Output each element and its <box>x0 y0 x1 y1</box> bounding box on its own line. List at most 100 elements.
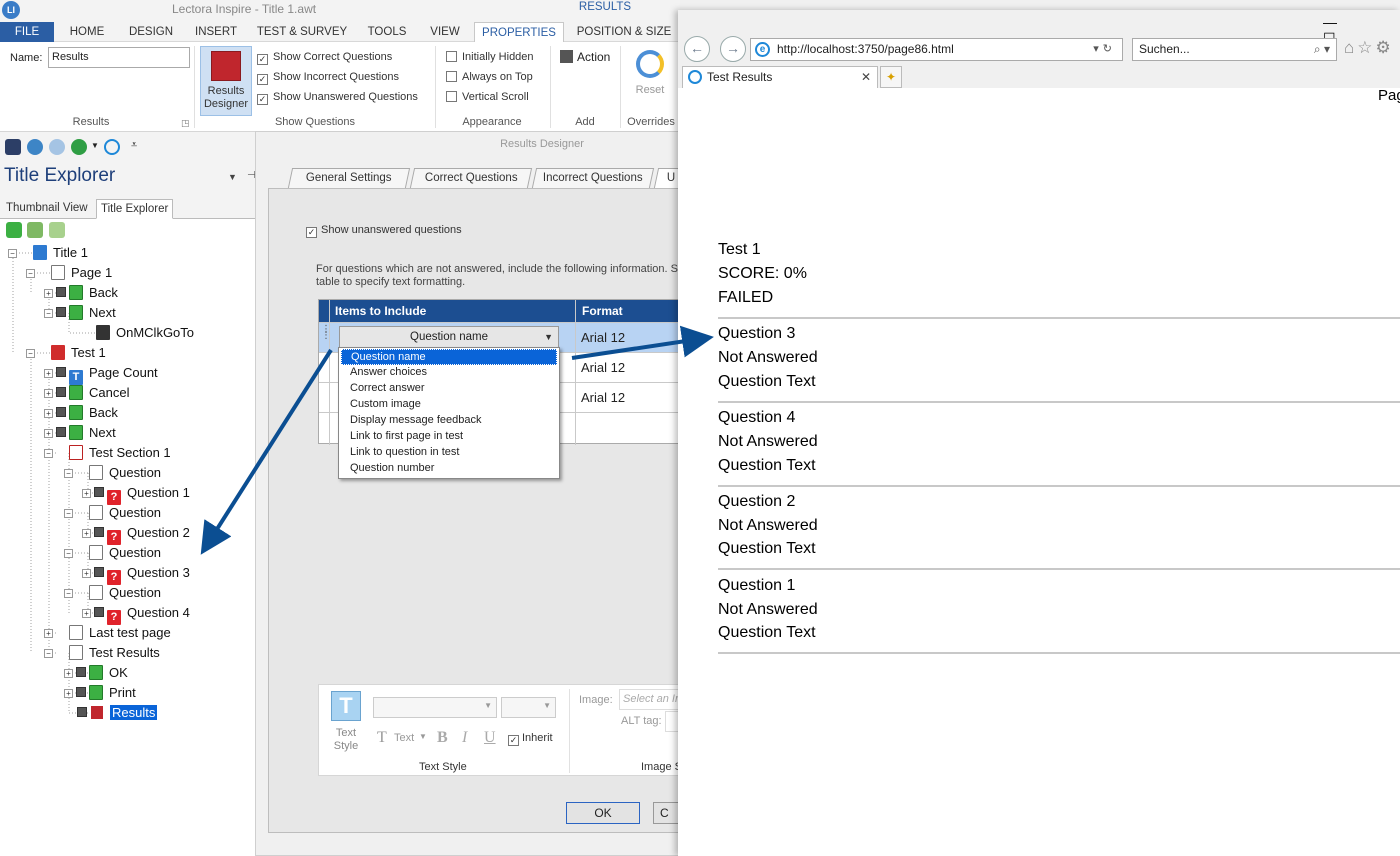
refresh-icon[interactable]: ↻ <box>1103 43 1116 55</box>
tree-node[interactable]: OnMClkGoTo <box>96 323 194 343</box>
tab-view[interactable]: VIEW <box>420 22 470 42</box>
tab-file[interactable]: FILE <box>0 22 54 42</box>
image-select[interactable]: Select an Ir <box>619 689 680 710</box>
preview-browser-icon[interactable] <box>104 139 120 155</box>
tab-test-survey[interactable]: TEST & SURVEY <box>250 22 354 42</box>
tree-node[interactable]: + Back <box>44 403 118 423</box>
tab-thumbnail-view[interactable]: Thumbnail View <box>2 199 92 219</box>
always-on-top-checkbox[interactable]: Always on Top <box>446 71 533 83</box>
search-icon[interactable]: ⌕ ▾ <box>1314 39 1330 60</box>
expand-icon[interactable]: + <box>44 369 53 378</box>
save-icon[interactable] <box>5 139 21 155</box>
dropdown-icon[interactable]: ▾ <box>1093 43 1103 55</box>
tab-tools[interactable]: TOOLS <box>358 22 416 42</box>
tree-node[interactable]: − Page 1 <box>26 263 112 283</box>
name-input[interactable]: Results <box>48 47 190 68</box>
tree-node[interactable]: − Question <box>64 583 161 603</box>
expand-icon[interactable]: + <box>82 529 91 538</box>
italic-icon[interactable]: I <box>462 729 467 747</box>
collapse-icon[interactable]: − <box>26 269 35 278</box>
collapse-icon[interactable]: − <box>64 549 73 558</box>
item-select[interactable]: Question name ▼ <box>339 326 559 348</box>
tab-properties[interactable]: PROPERTIES <box>474 22 564 43</box>
tab-position-size[interactable]: POSITION & SIZE <box>568 22 680 42</box>
expand-icon[interactable]: + <box>44 629 53 638</box>
reset-button[interactable]: Reset <box>630 48 670 108</box>
tree-node[interactable]: +? Question 4 <box>82 603 190 625</box>
format-cell[interactable]: Arial 12 <box>581 353 625 383</box>
chevron-down-icon[interactable]: ▼ <box>91 141 99 150</box>
minimize-icon[interactable]: — <box>1323 14 1367 30</box>
tab-unanswered-questions[interactable]: U <box>653 168 680 188</box>
initially-hidden-checkbox[interactable]: Initially Hidden <box>446 51 534 63</box>
results-context-tab[interactable]: RESULTS <box>540 0 670 22</box>
gear-icon[interactable]: ⚙ <box>1376 38 1394 57</box>
collapse-icon[interactable]: − <box>44 449 53 458</box>
bold-icon[interactable]: B <box>437 729 448 747</box>
new-tab-button[interactable]: ✦ <box>880 66 902 88</box>
favorites-star-icon[interactable]: ☆ <box>1357 38 1375 57</box>
show-unanswered-questions-checkbox[interactable]: ✓ Show unanswered questions <box>306 224 462 238</box>
back-button[interactable]: ← <box>684 36 710 62</box>
collapse-icon[interactable]: − <box>44 309 53 318</box>
expand-icon[interactable]: + <box>44 289 53 298</box>
dialog-launcher-icon[interactable]: ◳ <box>181 118 190 129</box>
chevron-down-icon[interactable]: ▼ <box>419 732 427 741</box>
tree-node[interactable]: − Title 1 <box>8 243 88 263</box>
format-cell[interactable]: Arial 12 <box>581 383 625 413</box>
dropdown-option[interactable]: Correct answer <box>341 381 557 397</box>
tree-node[interactable]: − Test 1 <box>26 343 106 363</box>
font-family-select[interactable]: ▼ <box>373 697 497 718</box>
forward-button[interactable]: → <box>720 36 746 62</box>
collapse-icon[interactable]: − <box>64 589 73 598</box>
collapse-icon[interactable]: − <box>26 349 35 358</box>
show-incorrect-checkbox[interactable]: ✓ Show Incorrect Questions <box>257 71 399 85</box>
search-input[interactable]: Suchen... ⌕ ▾ <box>1132 38 1337 61</box>
chevron-down-icon[interactable]: ▼ <box>228 172 237 182</box>
expand-icon[interactable]: + <box>64 669 73 678</box>
inherit-checkbox[interactable]: ✓ Inherit <box>508 732 553 746</box>
tree-node[interactable]: + Next <box>44 423 116 443</box>
text-style-button[interactable]: Text Style <box>323 727 369 753</box>
dropdown-option[interactable]: Answer choices <box>341 365 557 381</box>
tree-node[interactable]: +? Question 2 <box>82 523 190 545</box>
add-page-icon[interactable] <box>6 222 22 238</box>
expand-icon[interactable]: + <box>44 429 53 438</box>
row-handle-icon[interactable]: ⋮ ⋮ <box>321 325 331 341</box>
expand-icon[interactable]: + <box>64 689 73 698</box>
expand-icon[interactable]: + <box>82 569 91 578</box>
show-unanswered-checkbox[interactable]: ✓ Show Unanswered Questions <box>257 91 418 105</box>
tree-node[interactable]: + Cancel <box>44 383 129 403</box>
font-size-select[interactable]: ▼ <box>501 697 556 718</box>
home-icon[interactable]: ⌂ <box>1344 38 1357 57</box>
tree-node[interactable]: − Question <box>64 503 161 523</box>
vertical-scroll-checkbox[interactable]: Vertical Scroll <box>446 91 529 103</box>
browser-tab[interactable]: Test Results ✕ <box>682 66 878 88</box>
tab-home[interactable]: HOME <box>58 22 116 42</box>
dropdown-option[interactable]: Question number <box>341 461 557 477</box>
tree-node[interactable]: + Print <box>64 683 136 703</box>
expand-icon[interactable]: + <box>82 609 91 618</box>
dropdown-option[interactable]: Display message feedback <box>341 413 557 429</box>
redo-icon[interactable] <box>49 139 65 155</box>
tree-node[interactable]: − Test Section 1 <box>44 443 171 463</box>
undo-icon[interactable] <box>27 139 43 155</box>
tree-node[interactable]: + Back <box>44 283 118 303</box>
tree-node[interactable]: + T Page Count <box>44 363 158 385</box>
tab-insert[interactable]: INSERT <box>186 22 246 42</box>
publish-globe-icon[interactable] <box>71 139 87 155</box>
tree-node[interactable]: +? Question 3 <box>82 563 190 585</box>
results-designer-button[interactable]: Results Designer <box>200 46 252 116</box>
show-correct-checkbox[interactable]: ✓ Show Correct Questions <box>257 51 392 65</box>
collapse-icon[interactable]: − <box>64 509 73 518</box>
action-button[interactable]: Action <box>560 50 610 64</box>
tree-node[interactable]: +? Question 1 <box>82 483 190 505</box>
dropdown-option[interactable]: Link to question in test <box>341 445 557 461</box>
tree-node[interactable]: − Test Results <box>44 643 160 663</box>
tab-general-settings[interactable]: General Settings <box>287 168 411 188</box>
format-cell[interactable]: Arial 12 <box>581 323 625 353</box>
text-color-icon[interactable]: T <box>377 729 387 747</box>
tree-node[interactable]: + OK <box>64 663 128 683</box>
tab-correct-questions[interactable]: Correct Questions <box>409 168 533 188</box>
expand-icon[interactable]: + <box>44 389 53 398</box>
